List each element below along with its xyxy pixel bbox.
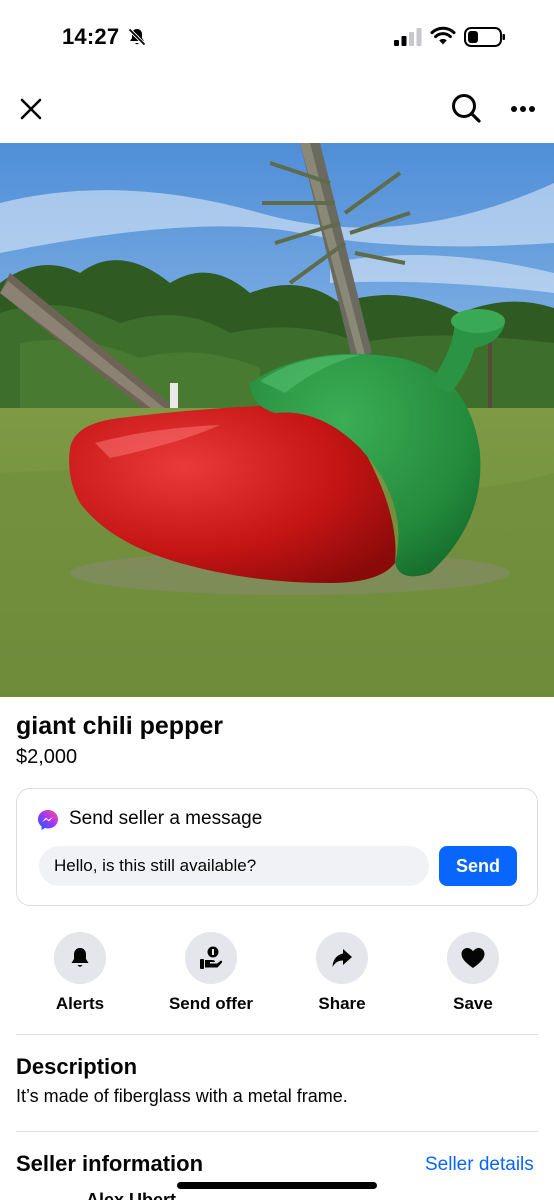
- more-dots-icon: [511, 106, 535, 112]
- share-arrow-icon: [332, 949, 352, 967]
- divider: [16, 1034, 538, 1035]
- messenger-icon: [38, 810, 58, 830]
- offer-hand-icon: [200, 946, 223, 969]
- bell-slash-icon: [128, 28, 146, 46]
- wifi-icon: [430, 26, 456, 45]
- message-seller-card: Send seller a message Hello, is this sti…: [16, 788, 538, 906]
- share-circle: [316, 932, 368, 984]
- message-input[interactable]: Hello, is this still available?: [39, 846, 429, 886]
- cellular-signal-icon: [394, 28, 422, 46]
- save-circle: [447, 932, 499, 984]
- listing-title: giant chili pepper: [16, 712, 223, 740]
- alerts-label: Alerts: [55, 994, 105, 1013]
- close-button[interactable]: [14, 92, 48, 126]
- seller-name[interactable]: Alex Ubert: [86, 1190, 176, 1200]
- send-offer-label: Send offer: [168, 994, 254, 1013]
- alerts-circle: [54, 932, 106, 984]
- message-heading: Send seller a message: [69, 808, 263, 829]
- save-label: Save: [453, 994, 493, 1013]
- close-icon: [20, 98, 42, 120]
- alerts-button[interactable]: Alerts: [14, 932, 144, 1016]
- more-options-button[interactable]: [506, 92, 540, 126]
- search-icon: [452, 94, 481, 123]
- share-button[interactable]: Share: [276, 932, 406, 1016]
- status-bar: 14:27: [0, 0, 554, 76]
- send-button[interactable]: Send: [439, 846, 517, 886]
- divider: [16, 1131, 538, 1132]
- listing-price: $2,000: [16, 746, 78, 768]
- description-text: It’s made of fiberglass with a metal fra…: [16, 1086, 348, 1106]
- seller-details-link[interactable]: Seller details: [425, 1154, 534, 1176]
- listing-photo[interactable]: [0, 143, 554, 697]
- battery-icon: [464, 27, 505, 47]
- chili-pepper-image: [0, 143, 554, 697]
- share-label: Share: [318, 994, 366, 1013]
- description-heading: Description: [16, 1054, 138, 1079]
- search-button[interactable]: [448, 90, 484, 126]
- send-offer-button[interactable]: Send offer: [145, 932, 275, 1016]
- send-offer-circle: [185, 932, 237, 984]
- home-indicator[interactable]: [177, 1182, 377, 1189]
- top-nav: [0, 76, 554, 142]
- action-row: Alerts Send offer Share Save: [0, 932, 554, 1016]
- save-button[interactable]: Save: [407, 932, 537, 1016]
- heart-icon: [461, 948, 485, 968]
- bell-icon: [71, 948, 89, 967]
- status-time: 14:27: [62, 24, 120, 49]
- seller-info-heading: Seller information: [16, 1151, 204, 1176]
